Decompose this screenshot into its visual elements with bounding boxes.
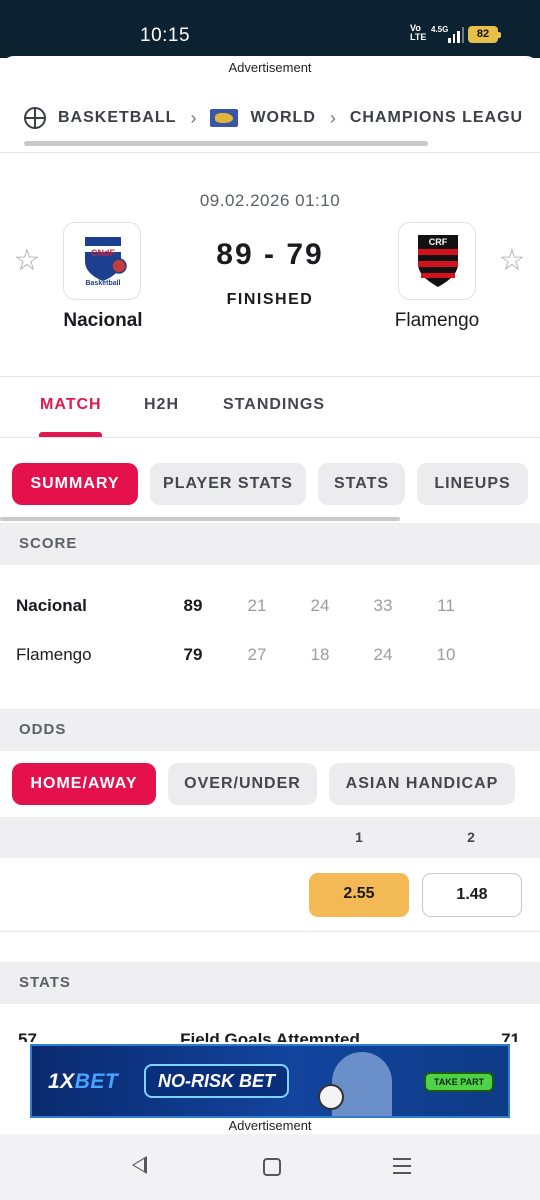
- chevron-right-icon: ›: [329, 107, 336, 128]
- nacional-crest-icon: CNdF Basketball: [85, 237, 127, 287]
- breadcrumb-scrollbar[interactable]: [24, 141, 428, 146]
- status-time: 10:15: [140, 25, 191, 46]
- match-status: FINISHED: [226, 291, 314, 308]
- odds-home-button[interactable]: 2.55: [309, 873, 409, 917]
- odds-col-home: 1: [355, 829, 363, 845]
- basketball-icon: [24, 107, 46, 129]
- ad-brand: 1XBET: [48, 1070, 118, 1094]
- score-quarter-4: 11: [437, 596, 455, 615]
- subtab-stats[interactable]: STATS: [318, 463, 405, 505]
- score-quarter-3: 24: [373, 645, 393, 664]
- favorite-away-star-icon[interactable]: ☆: [497, 246, 527, 276]
- system-nav-bar: [0, 1134, 540, 1200]
- flamengo-crest-icon: CRF: [418, 235, 458, 287]
- svg-text:CNdF: CNdF: [91, 248, 115, 258]
- odds-tab-home-away[interactable]: HOME/AWAY: [12, 763, 156, 805]
- score-row-away: Flamengo 79 27 18 24 10: [0, 645, 540, 675]
- ad-brand-suffix: BET: [74, 1070, 119, 1093]
- ad-label-bottom: Advertisement: [228, 1118, 312, 1133]
- section-header-odds: ODDS: [0, 709, 540, 751]
- breadcrumb-basketball[interactable]: BASKETBALL: [58, 109, 176, 127]
- score-quarter-1: 27: [247, 645, 267, 664]
- breadcrumb-champions-league[interactable]: CHAMPIONS LEAGU: [350, 109, 523, 127]
- chevron-right-icon: ›: [190, 107, 197, 128]
- score-quarter-4: 10: [436, 645, 456, 664]
- breadcrumb: BASKETBALL › WORLD › CHAMPIONS LEAGU: [0, 94, 540, 142]
- score-team-name: Nacional: [16, 596, 87, 615]
- subtab-summary[interactable]: SUMMARY: [12, 463, 138, 505]
- status-bar: 10:15 Vo LTE 4.5G 82: [0, 0, 540, 58]
- odds-tab-asian-handicap[interactable]: ASIAN HANDICAP: [329, 763, 515, 805]
- score-row-home: Nacional 89 21 24 33 11: [0, 596, 540, 626]
- ad-promo: NO-RISK BET: [144, 1064, 289, 1098]
- away-team-logo[interactable]: CRF: [398, 222, 476, 300]
- home-team-name[interactable]: Nacional: [23, 310, 183, 332]
- score-quarter-1: 21: [247, 596, 267, 615]
- tab-standings[interactable]: STANDINGS: [223, 396, 325, 414]
- logo-sub: Basketball: [85, 280, 120, 287]
- svg-text:CRF: CRF: [429, 237, 448, 247]
- divider: [0, 152, 540, 153]
- subtabs-scrollbar[interactable]: [0, 517, 400, 521]
- signal-icon: [448, 27, 464, 43]
- odds-away-button[interactable]: 1.48: [422, 873, 522, 917]
- ad-label-top: Advertisement: [0, 56, 540, 82]
- score-team-name: Flamengo: [16, 645, 92, 664]
- subtab-player-stats[interactable]: PLAYER STATS: [150, 463, 306, 505]
- score-quarter-2: 18: [310, 645, 330, 664]
- volte-bottom: LTE: [410, 32, 427, 42]
- volte-indicator: Vo LTE: [410, 24, 426, 42]
- score-total: 89: [183, 596, 203, 615]
- favorite-home-star-icon[interactable]: ☆: [12, 246, 42, 276]
- tab-match[interactable]: MATCH: [40, 396, 102, 414]
- section-header-score: SCORE: [0, 523, 540, 565]
- home-team-logo[interactable]: CNdF Basketball: [63, 222, 141, 300]
- match-score: 89 - 79: [216, 238, 324, 271]
- section-header-stats: STATS: [0, 962, 540, 1004]
- tab-h2h[interactable]: H2H: [144, 396, 179, 414]
- score-quarter-3: 33: [373, 596, 393, 615]
- ad-player-image: [332, 1052, 392, 1116]
- divider: [0, 376, 540, 377]
- divider: [0, 437, 540, 438]
- home-icon[interactable]: [263, 1158, 281, 1176]
- away-team-name[interactable]: Flamengo: [357, 310, 517, 332]
- breadcrumb-world[interactable]: WORLD: [250, 109, 315, 127]
- back-icon[interactable]: [132, 1156, 147, 1174]
- soccer-ball-icon: [318, 1084, 344, 1110]
- score-total: 79: [183, 645, 203, 664]
- divider: [0, 931, 540, 932]
- recents-menu-icon[interactable]: [393, 1158, 411, 1176]
- network-type: 4.5G: [431, 25, 449, 34]
- ad-brand-prefix: 1X: [48, 1070, 75, 1093]
- match-datetime: 09.02.2026 01:10: [199, 191, 341, 210]
- odds-col-away: 2: [467, 829, 475, 845]
- world-flag-icon: [210, 109, 239, 127]
- score-quarter-2: 24: [310, 596, 330, 615]
- subtab-lineups[interactable]: LINEUPS: [417, 463, 528, 505]
- odds-tab-over-under[interactable]: OVER/UNDER: [168, 763, 317, 805]
- ad-banner[interactable]: 1XBET NO-RISK BET TAKE PART: [30, 1044, 510, 1118]
- battery-icon: 82: [468, 26, 501, 43]
- ad-cta-button[interactable]: TAKE PART: [424, 1072, 494, 1092]
